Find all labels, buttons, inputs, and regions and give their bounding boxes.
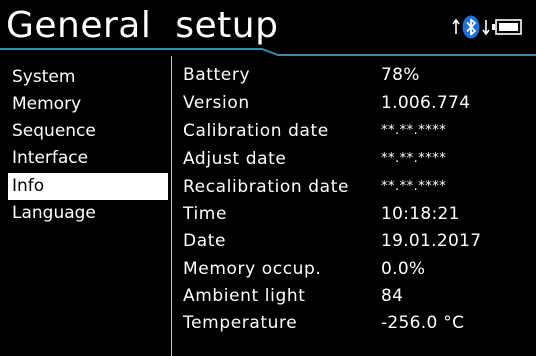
- info-value: **.**.****: [381, 123, 447, 138]
- menu-item-info[interactable]: Info: [8, 173, 168, 200]
- info-label: Version: [183, 93, 250, 113]
- info-row-calibration-date: Calibration date **.**.****: [183, 117, 533, 145]
- info-label: Temperature: [183, 313, 298, 333]
- header-bar: General setup: [0, 0, 536, 56]
- info-row-version: Version 1.006.774: [183, 89, 533, 117]
- sidebar-menu: System Memory Sequence Interface Info La…: [0, 62, 172, 356]
- info-value: -256.0 °C: [381, 313, 465, 333]
- info-value: 0.0%: [381, 259, 426, 279]
- info-value: 10:18:21: [381, 204, 460, 224]
- menu-item-memory[interactable]: Memory: [8, 91, 168, 118]
- menu-item-system[interactable]: System: [8, 64, 168, 91]
- info-label: Calibration date: [183, 121, 329, 141]
- info-label: Battery: [183, 65, 251, 85]
- info-row-memory-occupancy: Memory occup. 0.0%: [183, 255, 533, 283]
- info-label: Recalibration date: [183, 177, 350, 197]
- info-value: 19.01.2017: [381, 231, 482, 251]
- info-value: 78%: [381, 65, 420, 85]
- info-value: 84: [381, 286, 404, 306]
- arrow-up-icon: [452, 18, 460, 36]
- info-row-temperature: Temperature -256.0 °C: [183, 309, 533, 337]
- info-label: Time: [183, 204, 228, 224]
- menu-item-sequence[interactable]: Sequence: [8, 118, 168, 145]
- info-row-date: Date 19.01.2017: [183, 227, 533, 255]
- info-label: Ambient light: [183, 286, 306, 306]
- info-label: Date: [183, 231, 227, 251]
- info-row-recalibration-date: Recalibration date **.**.****: [183, 173, 533, 201]
- info-row-time: Time 10:18:21: [183, 200, 533, 228]
- info-value: **.**.****: [381, 179, 447, 194]
- bluetooth-icon: [462, 15, 480, 39]
- info-row-battery: Battery 78%: [183, 61, 533, 89]
- info-label: Memory occup.: [183, 259, 322, 279]
- battery-icon: [492, 19, 522, 35]
- arrow-down-icon: [482, 18, 490, 36]
- info-row-ambient-light: Ambient light 84: [183, 282, 533, 310]
- info-row-adjust-date: Adjust date **.**.****: [183, 145, 533, 173]
- menu-item-language[interactable]: Language: [8, 200, 168, 227]
- status-icons: [452, 14, 522, 40]
- menu-item-interface[interactable]: Interface: [8, 145, 168, 172]
- info-value: 1.006.774: [381, 93, 471, 113]
- info-value: **.**.****: [381, 151, 447, 166]
- info-label: Adjust date: [183, 149, 287, 169]
